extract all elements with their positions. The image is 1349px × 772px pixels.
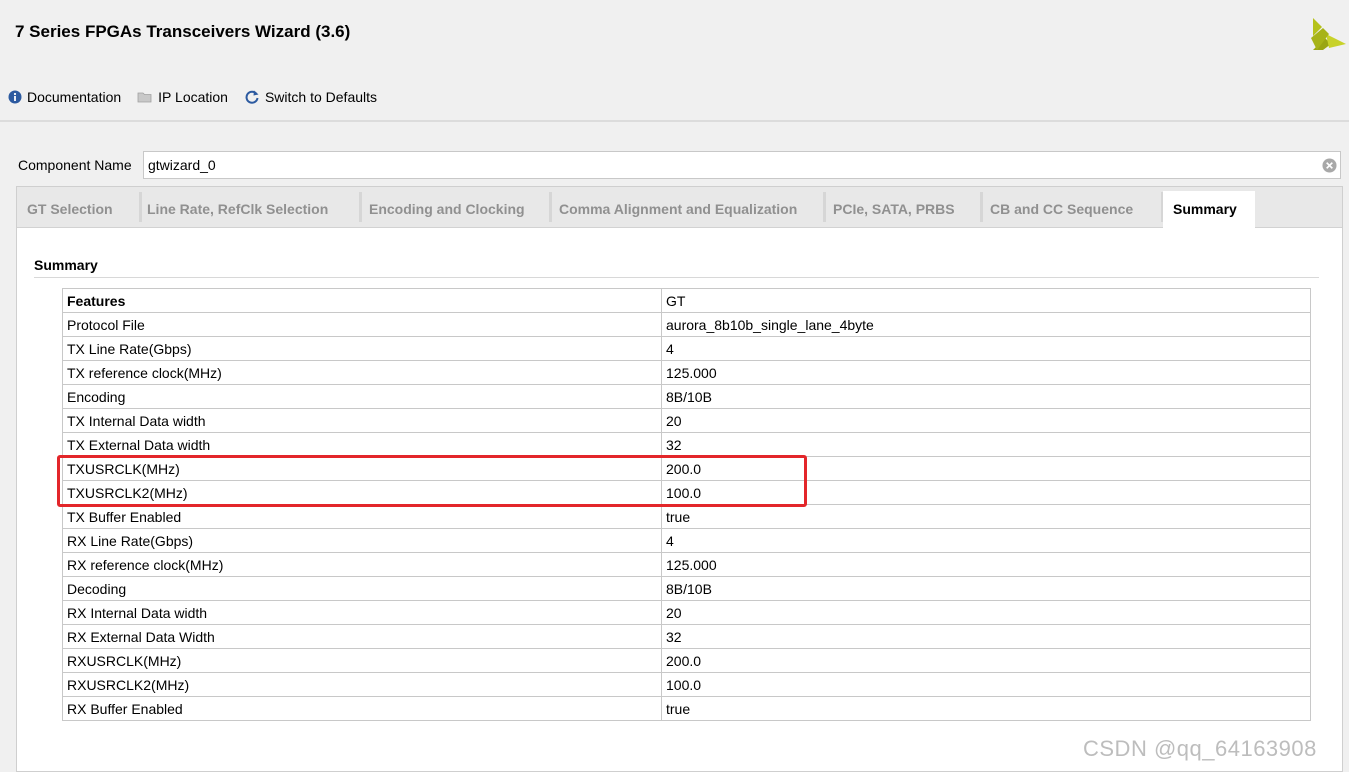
value-cell: 100.0 (661, 672, 1311, 697)
table-row: Protocol File aurora_8b10b_single_lane_4b… (62, 312, 1311, 337)
component-name-label: Component Name (18, 157, 132, 173)
feature-cell: RXUSRCLK2(MHz) (62, 672, 662, 697)
documentation-button[interactable]: Documentation (8, 89, 121, 105)
table-row: TX Internal Data width 20 (62, 408, 1311, 433)
table-row: Features GT (62, 288, 1311, 313)
documentation-label: Documentation (27, 89, 122, 105)
window-title: 7 Series FPGAs Transceivers Wizard (3.6) (15, 22, 351, 41)
feature-cell: TX Line Rate(Gbps) (62, 336, 662, 361)
feature-cell: RX Line Rate(Gbps) (62, 528, 662, 553)
component-name-input[interactable] (144, 152, 1308, 178)
feature-cell: RX reference clock(MHz) (62, 552, 662, 577)
clear-icon[interactable] (1322, 158, 1337, 173)
table-row: RX Line Rate(Gbps) 4 (62, 528, 1311, 553)
folder-icon (137, 92, 152, 103)
table-row: TXUSRCLK(MHz) 200.0 (62, 456, 1311, 481)
feature-cell: TX Buffer Enabled (62, 504, 662, 529)
switch-to-defaults-button[interactable]: Switch to Defaults (244, 89, 377, 105)
refresh-icon (245, 90, 259, 104)
table-row: RX reference clock(MHz) 125.000 (62, 552, 1311, 577)
feature-cell: Encoding (62, 384, 662, 409)
feature-cell: TXUSRCLK2(MHz) (62, 480, 662, 505)
value-cell: aurora_8b10b_single_lane_4byte (661, 312, 1311, 337)
tab-line-rate[interactable]: Line Rate, RefClk Selection (137, 191, 359, 227)
feature-cell: RX Internal Data width (62, 600, 662, 625)
table-row: TX Line Rate(Gbps) 4 (62, 336, 1311, 361)
value-cell: 200.0 (661, 456, 1311, 481)
feature-cell: RX External Data Width (62, 624, 662, 649)
table-row: TX External Data width 32 (62, 432, 1311, 457)
value-cell: 8B/10B (661, 576, 1311, 601)
table-row: RXUSRCLK2(MHz) 100.0 (62, 672, 1311, 697)
tab-pcie-sata-prbs[interactable]: PCIe, SATA, PRBS (823, 191, 980, 227)
component-name-field[interactable] (143, 151, 1341, 179)
xilinx-logo-icon (1311, 18, 1346, 50)
tab-comma-alignment[interactable]: Comma Alignment and Equalization (549, 191, 823, 227)
table-row: TX Buffer Enabled true (62, 504, 1311, 529)
feature-cell: Features (62, 288, 662, 313)
section-divider (34, 277, 1319, 278)
feature-cell: TXUSRCLK(MHz) (62, 456, 662, 481)
feature-cell: RXUSRCLK(MHz) (62, 648, 662, 673)
header: 7 Series FPGAs Transceivers Wizard (3.6)… (0, 0, 1349, 122)
ip-location-button[interactable]: IP Location (137, 89, 228, 105)
table-row: Decoding 8B/10B (62, 576, 1311, 601)
tab-gt-selection[interactable]: GT Selection (17, 191, 139, 227)
tab-bar: GT Selection Line Rate, RefClk Selection… (17, 187, 1342, 228)
feature-cell: TX reference clock(MHz) (62, 360, 662, 385)
toolbar: Documentation IP Location Switch to Defa… (8, 87, 393, 107)
value-cell: 20 (661, 408, 1311, 433)
table-row: TX reference clock(MHz) 125.000 (62, 360, 1311, 385)
value-cell: true (661, 696, 1311, 721)
table-row: RX Internal Data width 20 (62, 600, 1311, 625)
tab-encoding-clocking[interactable]: Encoding and Clocking (359, 191, 549, 227)
feature-cell: TX External Data width (62, 432, 662, 457)
feature-cell: RX Buffer Enabled (62, 696, 662, 721)
value-cell: 125.000 (661, 360, 1311, 385)
table-row: RXUSRCLK(MHz) 200.0 (62, 648, 1311, 673)
value-cell: 100.0 (661, 480, 1311, 505)
tab-panel: GT Selection Line Rate, RefClk Selection… (16, 186, 1343, 772)
value-cell: 200.0 (661, 648, 1311, 673)
info-icon (8, 90, 22, 104)
tab-summary[interactable]: Summary (1163, 191, 1255, 228)
value-cell: GT (661, 288, 1311, 313)
value-cell: 32 (661, 432, 1311, 457)
table-row: TXUSRCLK2(MHz) 100.0 (62, 480, 1311, 505)
feature-cell: TX Internal Data width (62, 408, 662, 433)
table-row: Encoding 8B/10B (62, 384, 1311, 409)
value-cell: 8B/10B (661, 384, 1311, 409)
value-cell: 4 (661, 528, 1311, 553)
tab-cb-cc-sequence[interactable]: CB and CC Sequence (980, 191, 1161, 227)
table-row: RX Buffer Enabled true (62, 696, 1311, 721)
section-title: Summary (34, 257, 98, 273)
summary-table: Features GT Protocol File aurora_8b10b_sing… (62, 288, 1311, 721)
value-cell: 4 (661, 336, 1311, 361)
feature-cell: Protocol File (62, 312, 662, 337)
value-cell: 20 (661, 600, 1311, 625)
value-cell: 125.000 (661, 552, 1311, 577)
ip-location-label: IP Location (158, 89, 228, 105)
watermark: CSDN @qq_64163908 (1083, 736, 1317, 761)
value-cell: true (661, 504, 1311, 529)
value-cell: 32 (661, 624, 1311, 649)
feature-cell: Decoding (62, 576, 662, 601)
switch-to-defaults-label: Switch to Defaults (264, 89, 378, 105)
table-row: RX External Data Width 32 (62, 624, 1311, 649)
